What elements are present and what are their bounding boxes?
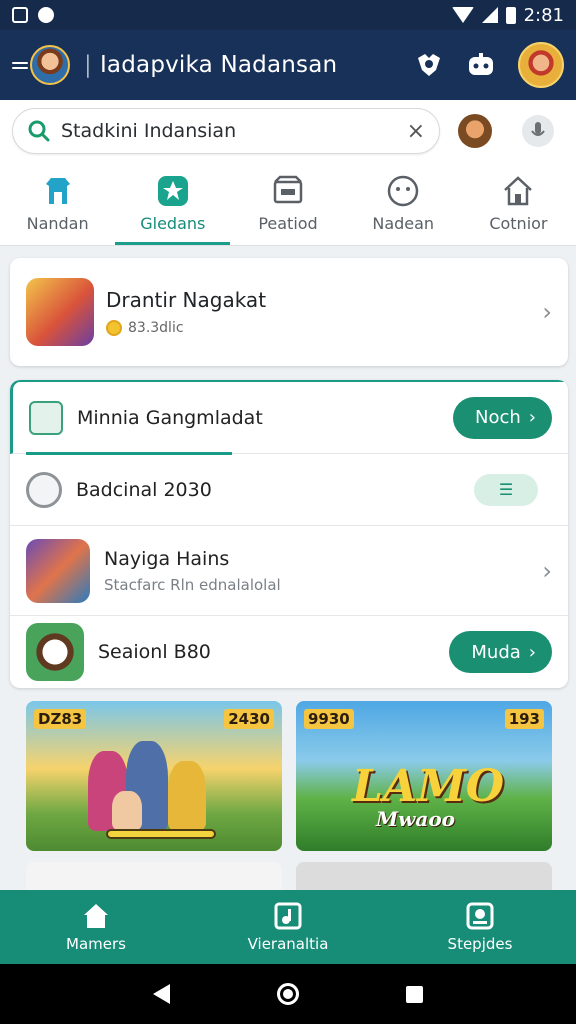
list-item[interactable]: Nayiga Hains Stacfarc Rln ednalalolal › (10, 526, 568, 616)
coin-icon (106, 320, 122, 336)
user-mini-avatar[interactable] (458, 114, 492, 148)
nav-stepjdes[interactable]: Stepjdes (384, 890, 576, 964)
tab-peatiod[interactable]: Peatiod (230, 162, 345, 245)
tab-label: Gledans (140, 214, 206, 233)
featured-title: Drantir Nagakat (106, 288, 267, 312)
messenger-notification-icon (38, 7, 54, 23)
signal-icon (481, 7, 498, 23)
game-tile[interactable]: DZ83 2430 (26, 701, 282, 851)
search-icon (28, 120, 50, 142)
game-thumbnail (26, 538, 90, 603)
friends-button[interactable] (414, 50, 444, 80)
recent-apps-icon[interactable] (405, 985, 423, 1003)
shield-icon (29, 400, 63, 435)
list-item-title: Badcinal 2030 (76, 478, 212, 501)
clear-icon[interactable]: × (407, 119, 425, 144)
shop-icon (45, 178, 70, 204)
home-icon (504, 176, 533, 206)
noch-button[interactable]: Noch › (453, 396, 552, 439)
globe-icon (26, 471, 62, 508)
game-logo-subtitle: Mwaoo (376, 807, 455, 831)
game-tiles: DZ83 2430 9930 193 LAMO Mwaoo (26, 701, 552, 851)
chevron-right-icon: › (528, 407, 536, 428)
toggle-switch[interactable]: ☰ (474, 473, 538, 506)
search-input[interactable]: Stadkini Indansian × (12, 108, 440, 154)
list-item-title: Minnia Gangmladat (77, 406, 263, 429)
star-badge-icon (157, 176, 188, 206)
bottom-nav: Mamers Vieranaltia Stepjdes (0, 890, 576, 964)
chat-button[interactable] (466, 50, 496, 80)
camera-icon (466, 902, 494, 930)
clock: 2:81 (523, 4, 564, 26)
list-item-title: Seaionl B80 (98, 641, 211, 663)
tab-cotnior[interactable]: Cotnior (461, 162, 576, 245)
voice-search-button[interactable] (522, 115, 554, 147)
gallery-notification-icon (12, 7, 28, 23)
status-bar: 2:81 (0, 0, 576, 30)
back-icon[interactable] (153, 984, 171, 1004)
featured-subtitle: 83.3dlic (128, 320, 184, 336)
chevron-right-icon: › (542, 556, 552, 585)
tile-badge: DZ83 (34, 709, 87, 729)
progress-bar (106, 829, 216, 839)
store-icon (273, 175, 303, 204)
tab-label: Peatiod (258, 214, 318, 233)
robot-icon (469, 53, 493, 75)
featured-game-card[interactable]: Drantir Nagakat 83.3dlic › (10, 258, 568, 366)
home-button-icon[interactable] (276, 983, 299, 1005)
app-logo[interactable] (30, 45, 70, 85)
tab-label: Nadean (372, 214, 435, 233)
characters-illustration (82, 731, 222, 831)
nav-label: Mamers (66, 935, 126, 953)
game-list-card: Minnia Gangmladat Noch › Badcinal 2030 ☰… (10, 380, 568, 688)
app-title: Iadapvika Nadansan (84, 52, 337, 78)
chevron-right-icon: › (528, 641, 536, 663)
tab-nadean[interactable]: Nadean (346, 162, 461, 245)
nav-label: Vieranaltia (247, 935, 329, 953)
tile-badge: 9930 (304, 709, 354, 729)
microphone-icon (531, 122, 545, 136)
game-thumbnail (26, 278, 94, 346)
list-item[interactable]: Seaionl B80 Muda › (10, 616, 568, 688)
search-value: Stadkini Indansian (61, 120, 237, 142)
menu-icon[interactable] (12, 61, 28, 69)
tab-nandan[interactable]: Nandan (0, 162, 115, 245)
nav-mamers[interactable]: Mamers (0, 890, 192, 964)
nav-label: Stepjdes (447, 935, 513, 953)
muda-button[interactable]: Muda › (449, 631, 552, 673)
wifi-icon (451, 7, 474, 23)
handshake-icon (418, 54, 440, 76)
tab-label: Nandan (26, 214, 89, 233)
app-bar: Iadapvika Nadansan (0, 30, 576, 100)
list-item[interactable]: Minnia Gangmladat Noch › (10, 380, 568, 454)
profile-avatar[interactable] (518, 42, 564, 88)
nav-vieranaltia[interactable]: Vieranaltia (192, 890, 384, 964)
chevron-right-icon: › (542, 298, 552, 326)
tile-badge: 193 (504, 709, 544, 729)
button-label: Noch (475, 407, 521, 428)
tile-badge: 2430 (224, 709, 274, 729)
game-tile[interactable]: 9930 193 LAMO Mwaoo (296, 701, 552, 851)
home-icon (84, 904, 108, 928)
button-label: Muda (471, 641, 521, 663)
music-note-icon (274, 902, 302, 930)
game-thumbnail (26, 623, 84, 681)
list-item[interactable]: Badcinal 2030 ☰ (10, 454, 568, 526)
battery-icon (505, 6, 516, 24)
list-item-subtitle: Stacfarc Rln ednalalolal (104, 575, 281, 594)
category-tabs: Nandan Gledans Peatiod Nadean Cotnior (0, 162, 576, 246)
tab-label: Cotnior (489, 214, 548, 233)
list-item-title: Nayiga Hains (104, 547, 230, 570)
tab-gledans[interactable]: Gledans (115, 162, 231, 245)
game-logo: LAMO (352, 761, 505, 812)
system-navigation-bar (0, 964, 576, 1024)
search-row: Stadkini Indansian × (0, 100, 576, 162)
face-icon (387, 175, 419, 207)
